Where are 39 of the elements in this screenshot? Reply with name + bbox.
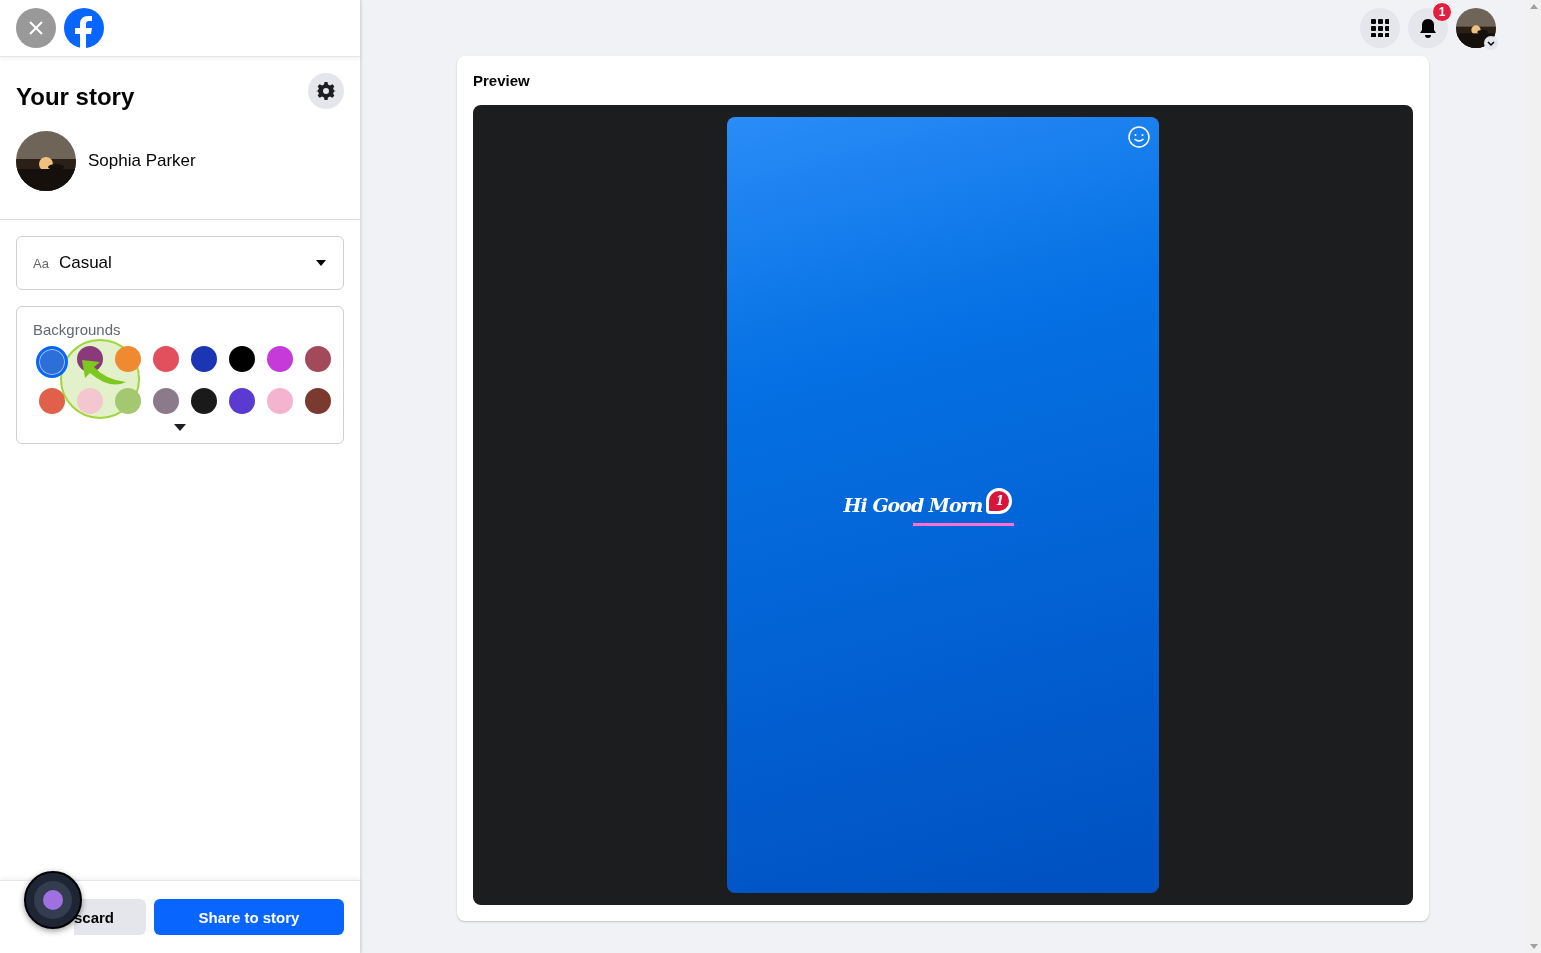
section-label: Backgrounds: [33, 321, 122, 338]
caret-icon[interactable]: [174, 424, 186, 431]
background-swatch[interactable]: [267, 388, 293, 414]
background-swatch[interactable]: [153, 346, 179, 372]
background-swatch[interactable]: [77, 388, 103, 414]
background-swatch[interactable]: [36, 346, 68, 378]
background-swatch[interactable]: [229, 346, 255, 372]
settings-icon: [316, 81, 336, 101]
background-swatch[interactable]: [267, 346, 293, 372]
step-badge: 1: [986, 488, 1013, 514]
close-button[interactable]: [16, 8, 56, 48]
background-swatch[interactable]: [115, 346, 141, 372]
discard-button[interactable]: scard: [74, 899, 146, 935]
emoji-icon[interactable]: [1127, 125, 1151, 149]
background-swatch[interactable]: [305, 388, 331, 414]
chevron-icon: [1484, 36, 1498, 50]
notification-badge: 1: [1432, 2, 1452, 22]
caret-icon: [315, 259, 327, 267]
background-swatch[interactable]: [191, 388, 217, 414]
background-swatch[interactable]: [229, 388, 255, 414]
settings-button[interactable]: [308, 73, 344, 109]
bell-icon: [1419, 18, 1437, 38]
grid-icon: [1371, 19, 1389, 37]
close-icon: [27, 19, 45, 37]
logo-icon[interactable]: [64, 8, 104, 48]
notifications-button[interactable]: [1408, 8, 1448, 48]
user-name: Sophia Parker: [88, 151, 196, 171]
apps-button[interactable]: [1360, 8, 1400, 48]
panel-title: Your story: [16, 83, 135, 111]
story-text: Hi Good Morn: [843, 494, 983, 516]
account-button[interactable]: [1456, 8, 1496, 48]
background-swatch[interactable]: [115, 388, 141, 414]
background-swatch[interactable]: [191, 346, 217, 372]
share-button[interactable]: Share to story: [154, 899, 344, 935]
background-swatch[interactable]: [153, 388, 179, 414]
background-swatch[interactable]: [39, 388, 65, 414]
font-dropdown[interactable]: Aa Casual: [16, 236, 344, 290]
preview-title: Preview: [473, 72, 531, 89]
background-swatch[interactable]: [305, 346, 331, 372]
